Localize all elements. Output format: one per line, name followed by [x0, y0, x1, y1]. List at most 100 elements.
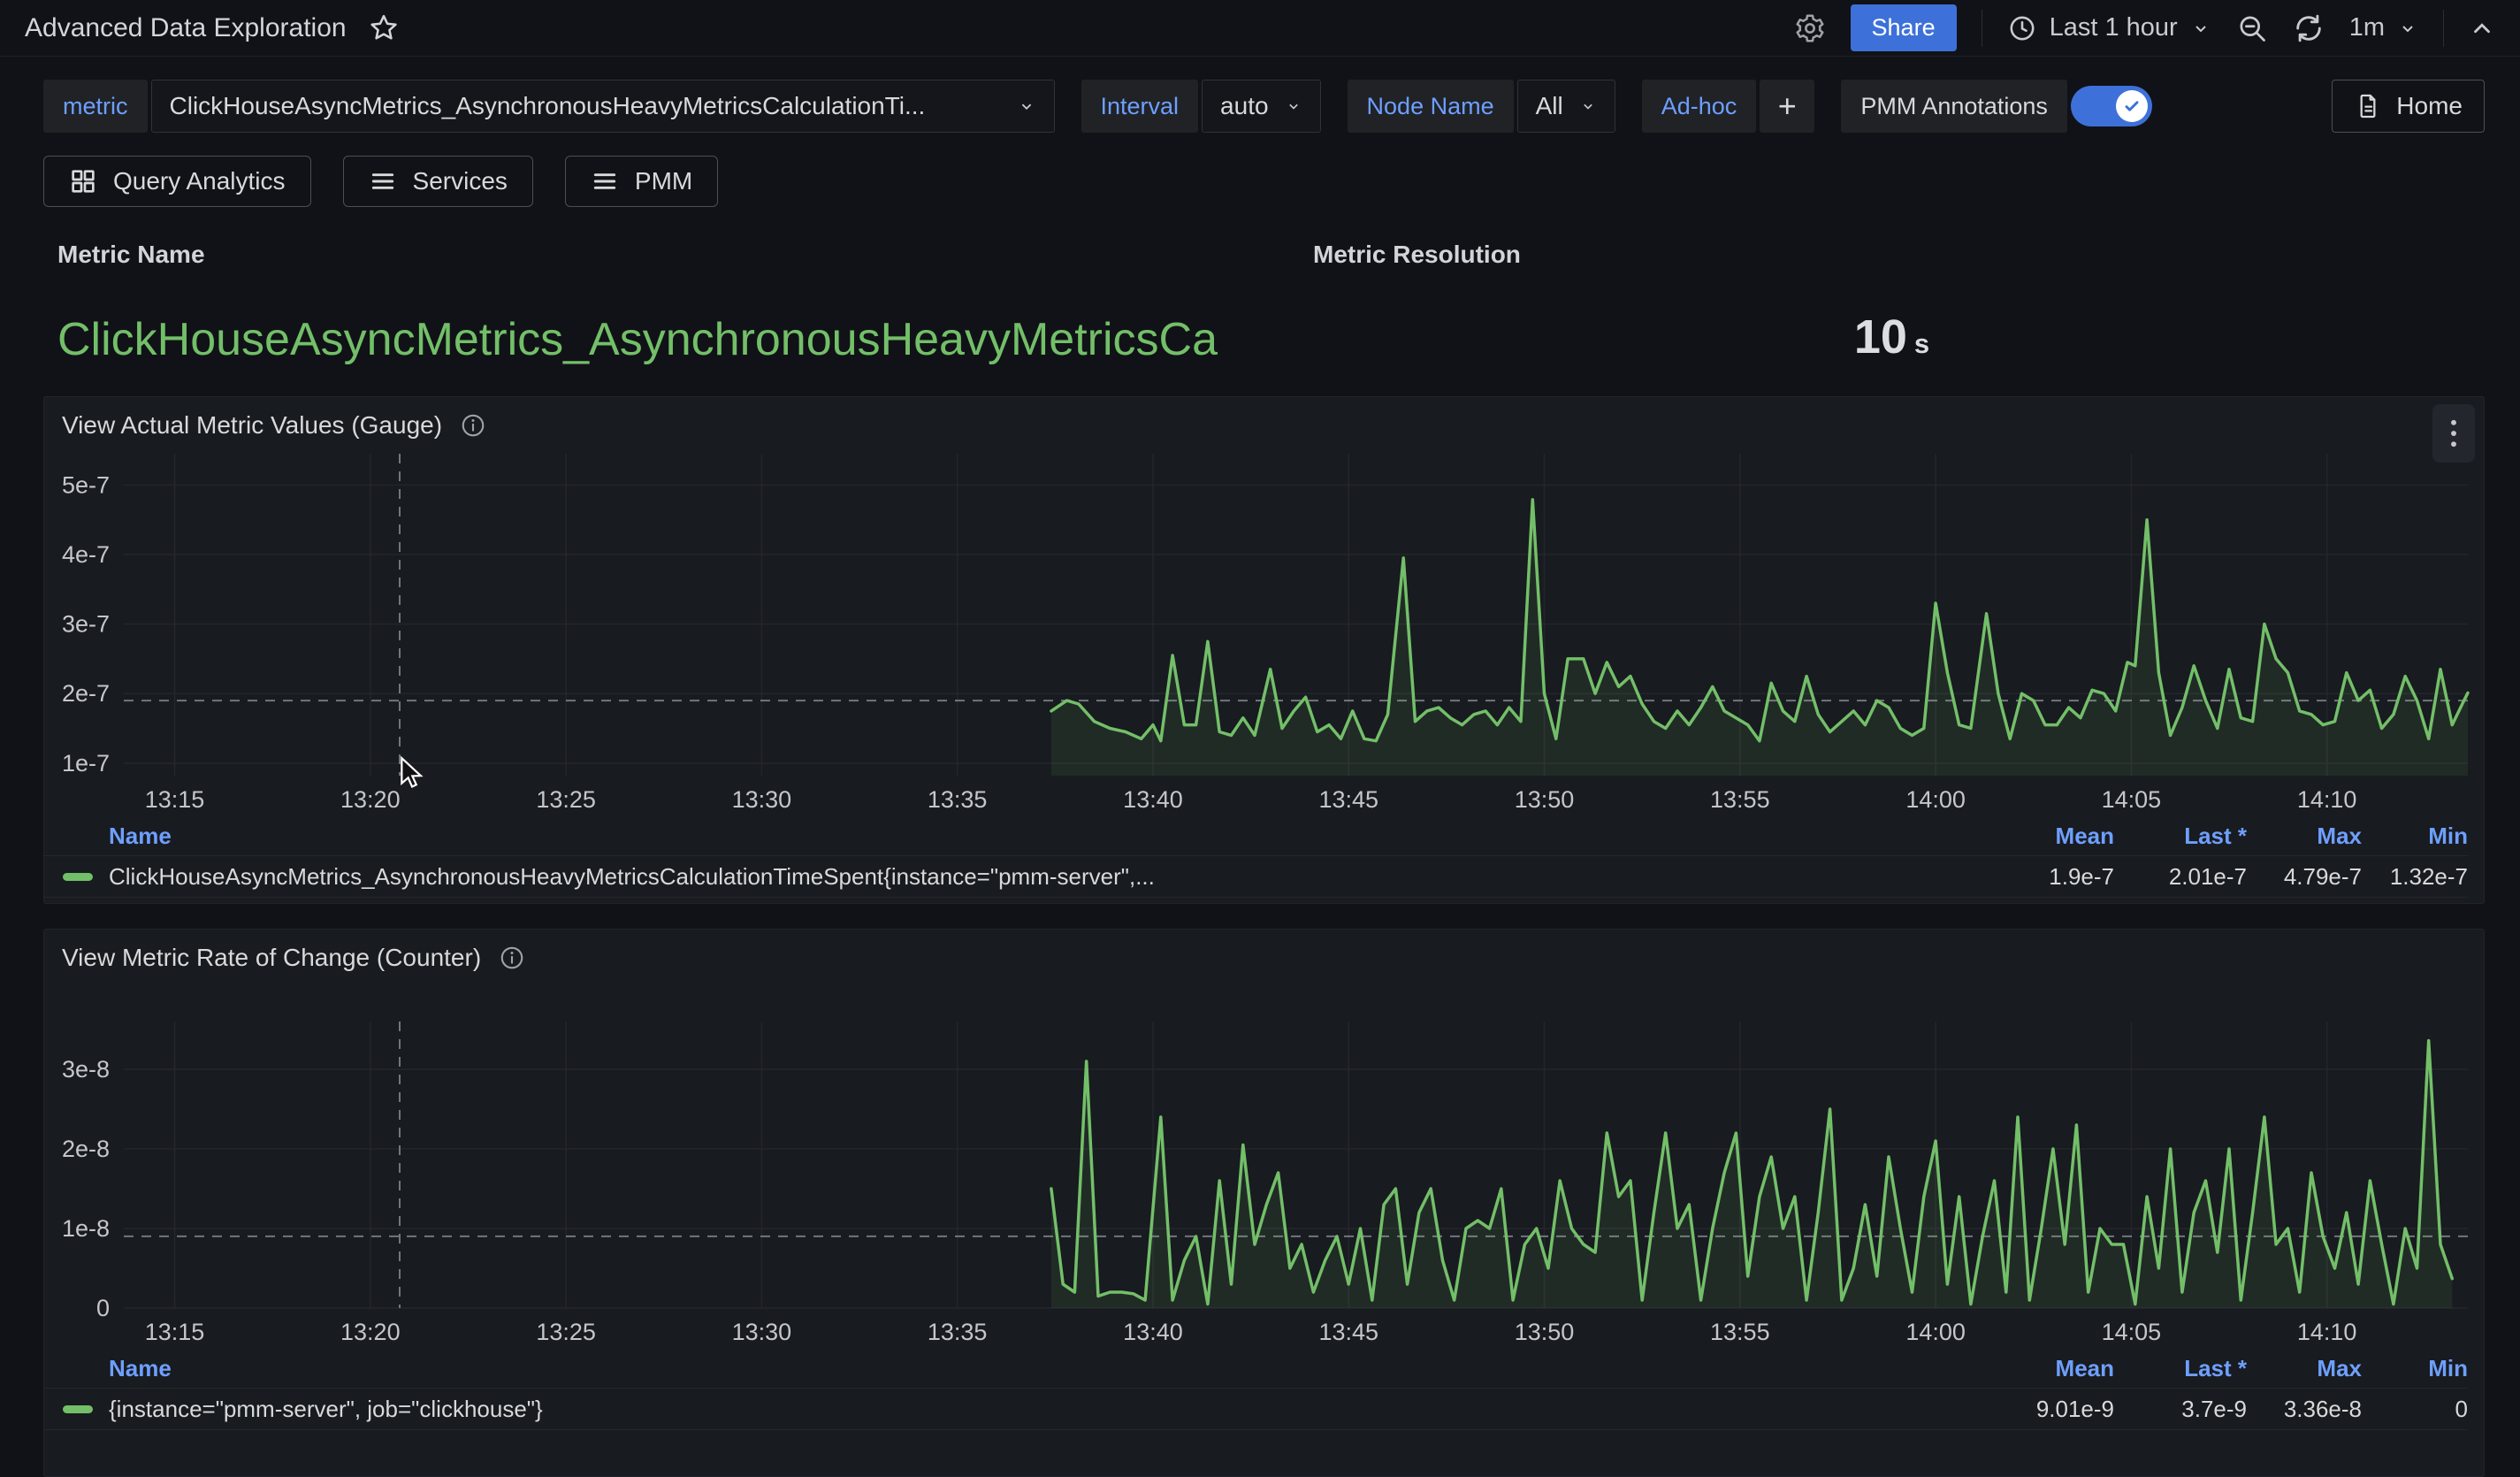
query-analytics-button[interactable]: Query Analytics [43, 156, 311, 207]
interval-variable-label: Interval [1081, 80, 1199, 133]
pmm-button[interactable]: PMM [565, 156, 718, 207]
series-min-value: 1.32e-7 [2362, 863, 2468, 891]
dashboard-content: metric ClickHouseAsyncMetrics_Asynchrono… [0, 57, 2520, 1477]
svg-text:13:20: 13:20 [340, 786, 401, 813]
series-name[interactable]: ClickHouseAsyncMetrics_AsynchronousHeavy… [109, 863, 1920, 891]
adhoc-filter-label: Ad-hoc [1642, 80, 1757, 133]
pmm-label: PMM [635, 167, 692, 195]
metric-resolution-header: Metric Resolution [1313, 241, 2485, 269]
legend-header-row: Name Mean Last * Max Min [44, 816, 2468, 855]
interval-variable-dropdown[interactable]: auto [1202, 80, 1321, 133]
legend-series-row[interactable]: ClickHouseAsyncMetrics_AsynchronousHeavy… [44, 855, 2468, 898]
metric-variable-dropdown[interactable]: ClickHouseAsyncMetrics_AsynchronousHeavy… [151, 80, 1055, 133]
metric-resolution-value: 10s [1299, 310, 2485, 364]
node-variable-value: All [1536, 92, 1563, 120]
series-name[interactable]: {instance="pmm-server", job="clickhouse"… [109, 1396, 1920, 1423]
legend-min-header[interactable]: Min [2362, 1355, 2468, 1382]
series-max-value: 3.36e-8 [2247, 1396, 2362, 1423]
panel-counter-title: View Metric Rate of Change (Counter) [62, 944, 481, 972]
metric-summary-row: Metric Name ClickHouseAsyncMetrics_Async… [43, 230, 2485, 371]
svg-text:13:45: 13:45 [1318, 1319, 1378, 1345]
panel-counter-header[interactable]: View Metric Rate of Change (Counter) [44, 930, 2484, 977]
chevron-down-icon [2397, 18, 2418, 39]
toggle-knob [2116, 90, 2148, 122]
svg-text:13:20: 13:20 [340, 1319, 401, 1345]
legend-last-header[interactable]: Last * [2114, 1355, 2247, 1382]
panel-counter: View Metric Rate of Change (Counter) 13:… [43, 929, 2485, 1477]
home-button[interactable]: Home [2332, 80, 2485, 133]
dashboard-title: Advanced Data Exploration [25, 13, 347, 43]
zoom-out-icon[interactable] [2236, 12, 2268, 44]
legend-mean-header[interactable]: Mean [1920, 823, 2114, 850]
series-color-marker[interactable] [63, 873, 93, 881]
legend-name-header[interactable]: Name [109, 823, 1920, 850]
info-icon[interactable] [460, 412, 486, 439]
add-adhoc-filter-button[interactable]: + [1760, 80, 1814, 133]
svg-text:1e-8: 1e-8 [62, 1215, 110, 1242]
svg-text:13:55: 13:55 [1710, 1319, 1770, 1345]
legend-max-header[interactable]: Max [2247, 823, 2362, 850]
legend-last-header[interactable]: Last * [2114, 823, 2247, 850]
gauge-chart[interactable]: 13:1513:2013:2513:3013:3513:4013:4513:50… [44, 445, 2484, 816]
time-range-picker[interactable]: Last 1 hour [2007, 13, 2211, 43]
metric-variable-label: metric [43, 80, 148, 133]
legend-name-header[interactable]: Name [109, 1355, 1920, 1382]
refresh-icon[interactable] [2293, 12, 2325, 44]
clock-icon [2007, 13, 2037, 43]
interval-variable-value: auto [1220, 92, 1269, 120]
svg-text:14:10: 14:10 [2297, 786, 2357, 813]
svg-text:5e-7: 5e-7 [62, 471, 110, 498]
query-analytics-label: Query Analytics [113, 167, 286, 195]
svg-text:4e-7: 4e-7 [62, 541, 110, 568]
svg-text:14:05: 14:05 [2102, 1319, 2162, 1345]
svg-text:14:00: 14:00 [1905, 1319, 1966, 1345]
adhoc-filter-group: Ad-hoc + [1642, 80, 1815, 133]
info-icon[interactable] [499, 945, 525, 971]
services-label: Services [413, 167, 508, 195]
document-icon [2354, 92, 2382, 120]
pmm-annotations-toggle[interactable] [2071, 86, 2152, 126]
node-variable-dropdown[interactable]: All [1517, 80, 1615, 133]
series-color-marker[interactable] [63, 1405, 93, 1413]
chevron-down-icon [1017, 96, 1036, 116]
chevron-down-icon [1285, 97, 1302, 115]
series-max-value: 4.79e-7 [2247, 863, 2362, 891]
check-icon [2121, 96, 2142, 117]
favorite-star-icon[interactable] [368, 12, 400, 44]
svg-text:14:10: 14:10 [2297, 1319, 2357, 1345]
home-button-label: Home [2396, 92, 2463, 120]
menu-lines-icon [369, 167, 397, 195]
node-variable-label: Node Name [1348, 80, 1514, 133]
share-button[interactable]: Share [1851, 4, 1957, 51]
counter-chart[interactable]: 13:1513:2013:2513:3013:3513:4013:4513:50… [44, 977, 2484, 1349]
svg-text:13:40: 13:40 [1123, 786, 1183, 813]
menu-lines-icon [591, 167, 619, 195]
svg-text:1e-7: 1e-7 [62, 750, 110, 777]
refresh-interval-label: 1m [2349, 13, 2385, 42]
panel-gauge-title: View Actual Metric Values (Gauge) [62, 411, 442, 440]
svg-text:13:30: 13:30 [732, 786, 792, 813]
svg-text:13:50: 13:50 [1515, 786, 1575, 813]
top-navigation-bar: Advanced Data Exploration Share Last 1 h… [0, 0, 2520, 57]
legend-mean-header[interactable]: Mean [1920, 1355, 2114, 1382]
metric-name-header: Metric Name [57, 241, 1299, 269]
services-button[interactable]: Services [343, 156, 533, 207]
collapse-caret-icon[interactable] [2469, 15, 2495, 42]
legend-series-row[interactable]: {instance="pmm-server", job="clickhouse"… [44, 1388, 2468, 1430]
metric-name-value: ClickHouseAsyncMetrics_AsynchronousHeavy… [57, 313, 1299, 366]
svg-text:3e-7: 3e-7 [62, 611, 110, 638]
metric-name-panel: Metric Name ClickHouseAsyncMetrics_Async… [43, 230, 1299, 371]
panel-gauge-header[interactable]: View Actual Metric Values (Gauge) [44, 397, 2484, 445]
refresh-interval-picker[interactable]: 1m [2349, 13, 2418, 42]
settings-gear-icon[interactable] [1794, 12, 1826, 44]
legend-min-header[interactable]: Min [2362, 823, 2468, 850]
svg-text:13:30: 13:30 [732, 1319, 792, 1345]
svg-text:2e-7: 2e-7 [62, 680, 110, 707]
series-last-value: 3.7e-9 [2114, 1396, 2247, 1423]
metric-resolution-panel: Metric Resolution 10s [1299, 230, 2485, 371]
legend-max-header[interactable]: Max [2247, 1355, 2362, 1382]
svg-text:13:50: 13:50 [1515, 1319, 1575, 1345]
legend-header-row: Name Mean Last * Max Min [44, 1349, 2468, 1388]
series-mean-value: 9.01e-9 [1920, 1396, 2114, 1423]
svg-text:13:55: 13:55 [1710, 786, 1770, 813]
